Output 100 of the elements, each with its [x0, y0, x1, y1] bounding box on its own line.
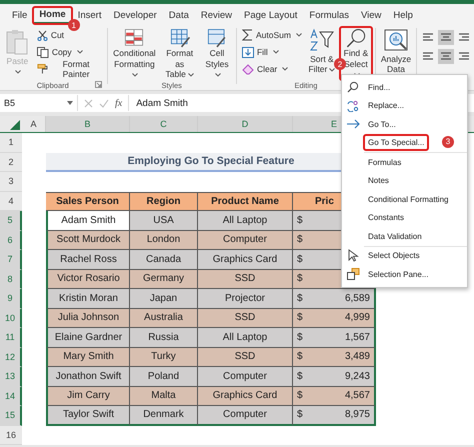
table-cell: Adam Smith [46, 211, 130, 230]
table-cell: 3,489 [344, 351, 370, 362]
table-cell: 8,975 [344, 409, 370, 420]
table-cell: SSD [198, 270, 293, 289]
caret-icon [215, 72, 221, 77]
ribbon-button[interactable]: Format Painter [34, 61, 104, 77]
ribbon-button[interactable]: Fill [240, 44, 304, 60]
menu-item[interactable]: Selection Pane... [364, 266, 432, 282]
table-cell: London [130, 230, 198, 250]
currency-symbol: $ [297, 214, 303, 226]
ribbon-button[interactable]: Conditional Formatting [110, 27, 158, 80]
ribbon-button[interactable]: Format as Table [160, 27, 199, 80]
menu-item[interactable]: Notes [364, 173, 393, 188]
arrow-icon [346, 119, 360, 130]
table-cell: Computer [198, 230, 293, 250]
table-cell: Jim Carry [46, 386, 130, 406]
ribbon-button[interactable]: Clear [240, 61, 304, 77]
caret-icon [132, 72, 138, 77]
clipboard-icon [5, 28, 30, 56]
column-heading: Sales Person [46, 192, 130, 211]
caret-icon [76, 50, 83, 54]
row-header[interactable]: 16 [0, 426, 22, 445]
step-badge: 3 [442, 136, 454, 148]
table-cell: All Laptop [198, 328, 293, 348]
fill-down-icon [242, 46, 254, 58]
table-cell: Kristin Moran [46, 289, 130, 308]
check-icon[interactable] [99, 98, 109, 108]
row-header[interactable]: 3 [0, 172, 22, 192]
currency-symbol: $ [297, 332, 303, 343]
row-header[interactable]: 9 [0, 289, 22, 308]
column-header[interactable]: B [46, 116, 130, 132]
sheet-title: Employing Go To Special Feature [128, 155, 294, 168]
row-header[interactable]: 10 [0, 308, 22, 328]
ribbon-tab[interactable]: Developer [107, 8, 163, 23]
table-cell: Poland [130, 367, 198, 386]
row-header[interactable]: 8 [0, 270, 22, 289]
sigma-icon [242, 29, 253, 41]
row-header[interactable]: 12 [0, 348, 22, 367]
insert-function-button[interactable]: fx [115, 98, 122, 108]
ribbon-button[interactable]: AutoSum [240, 27, 304, 43]
menu-item[interactable]: Go To Special... [364, 135, 428, 150]
table-cell: Germany [130, 270, 198, 289]
table-cell: Julia Johnson [46, 308, 130, 328]
row-header[interactable]: 14 [0, 386, 22, 406]
table-cell: 4,999 [344, 312, 370, 324]
table-cell: Australia [130, 308, 198, 328]
column-header[interactable]: C [130, 116, 198, 132]
row-header[interactable]: 5 [0, 211, 22, 230]
table-cell: Victor Rosario [46, 270, 130, 289]
ribbon-tab[interactable]: View [354, 8, 388, 23]
ribbon-button[interactable]: Cell Styles [200, 27, 234, 80]
row-header[interactable]: 11 [0, 328, 22, 348]
menu-item[interactable]: Select Objects [364, 248, 424, 264]
replace-icon [347, 100, 359, 112]
ribbon-tab[interactable]: Formulas [303, 8, 355, 23]
row-header[interactable]: 15 [0, 406, 22, 426]
row-header[interactable]: 7 [0, 250, 22, 270]
row-header[interactable]: 13 [0, 367, 22, 386]
align-icon[interactable] [438, 30, 454, 45]
currency-symbol: $ [297, 351, 303, 362]
menu-item[interactable]: Formulas [364, 154, 406, 170]
ribbon-tab[interactable]: Review [194, 8, 238, 23]
table-cell: USA [130, 211, 198, 230]
table-cell: Computer [198, 406, 293, 426]
menu-item[interactable]: Replace... [364, 98, 408, 114]
table-cell: 9,243 [344, 370, 370, 382]
ribbon-tab[interactable]: Data [162, 8, 195, 23]
table-cell: 6,589 [344, 292, 370, 304]
table-cell: SSD [198, 348, 293, 367]
menu-item[interactable]: Find... [364, 80, 394, 95]
menu-item[interactable]: Constants [364, 210, 408, 226]
table-cell: Taylor Swift [46, 406, 130, 426]
ribbon-tab[interactable]: Page Layout [238, 8, 304, 23]
name-box[interactable]: B5 [0, 95, 78, 111]
caret-icon [282, 67, 288, 71]
currency-symbol: $ [297, 273, 303, 284]
select-all-icon[interactable] [10, 120, 20, 130]
row-header[interactable]: 6 [0, 230, 22, 250]
ribbon-tab[interactable]: File [6, 8, 34, 23]
caret-icon [296, 33, 302, 37]
table-cell: All Laptop [198, 211, 293, 230]
row-header[interactable]: 1 [0, 133, 22, 152]
ribbon-button[interactable]: Copy [34, 44, 104, 60]
table-cell: Denmark [130, 406, 198, 426]
column-header[interactable]: D [198, 116, 293, 132]
step-badge: 1 [68, 19, 80, 31]
row-header[interactable]: 2 [0, 152, 22, 172]
dialog-launcher-icon[interactable] [94, 81, 102, 88]
table-cell: Graphics Card [198, 386, 293, 406]
table-cell: Scott Murdock [46, 230, 130, 250]
ribbon-tab[interactable]: Home [33, 7, 72, 24]
align-icon[interactable] [438, 49, 454, 64]
caret-icon [67, 101, 73, 105]
step-badge: 2 [334, 58, 346, 70]
currency-symbol: $ [297, 312, 303, 324]
ribbon-tab[interactable]: Help [387, 8, 419, 23]
menu-item[interactable]: Data Validation [364, 228, 426, 244]
selection-pane-icon [346, 268, 360, 280]
row-header[interactable]: 4 [0, 192, 22, 211]
pointer-icon [348, 249, 358, 262]
